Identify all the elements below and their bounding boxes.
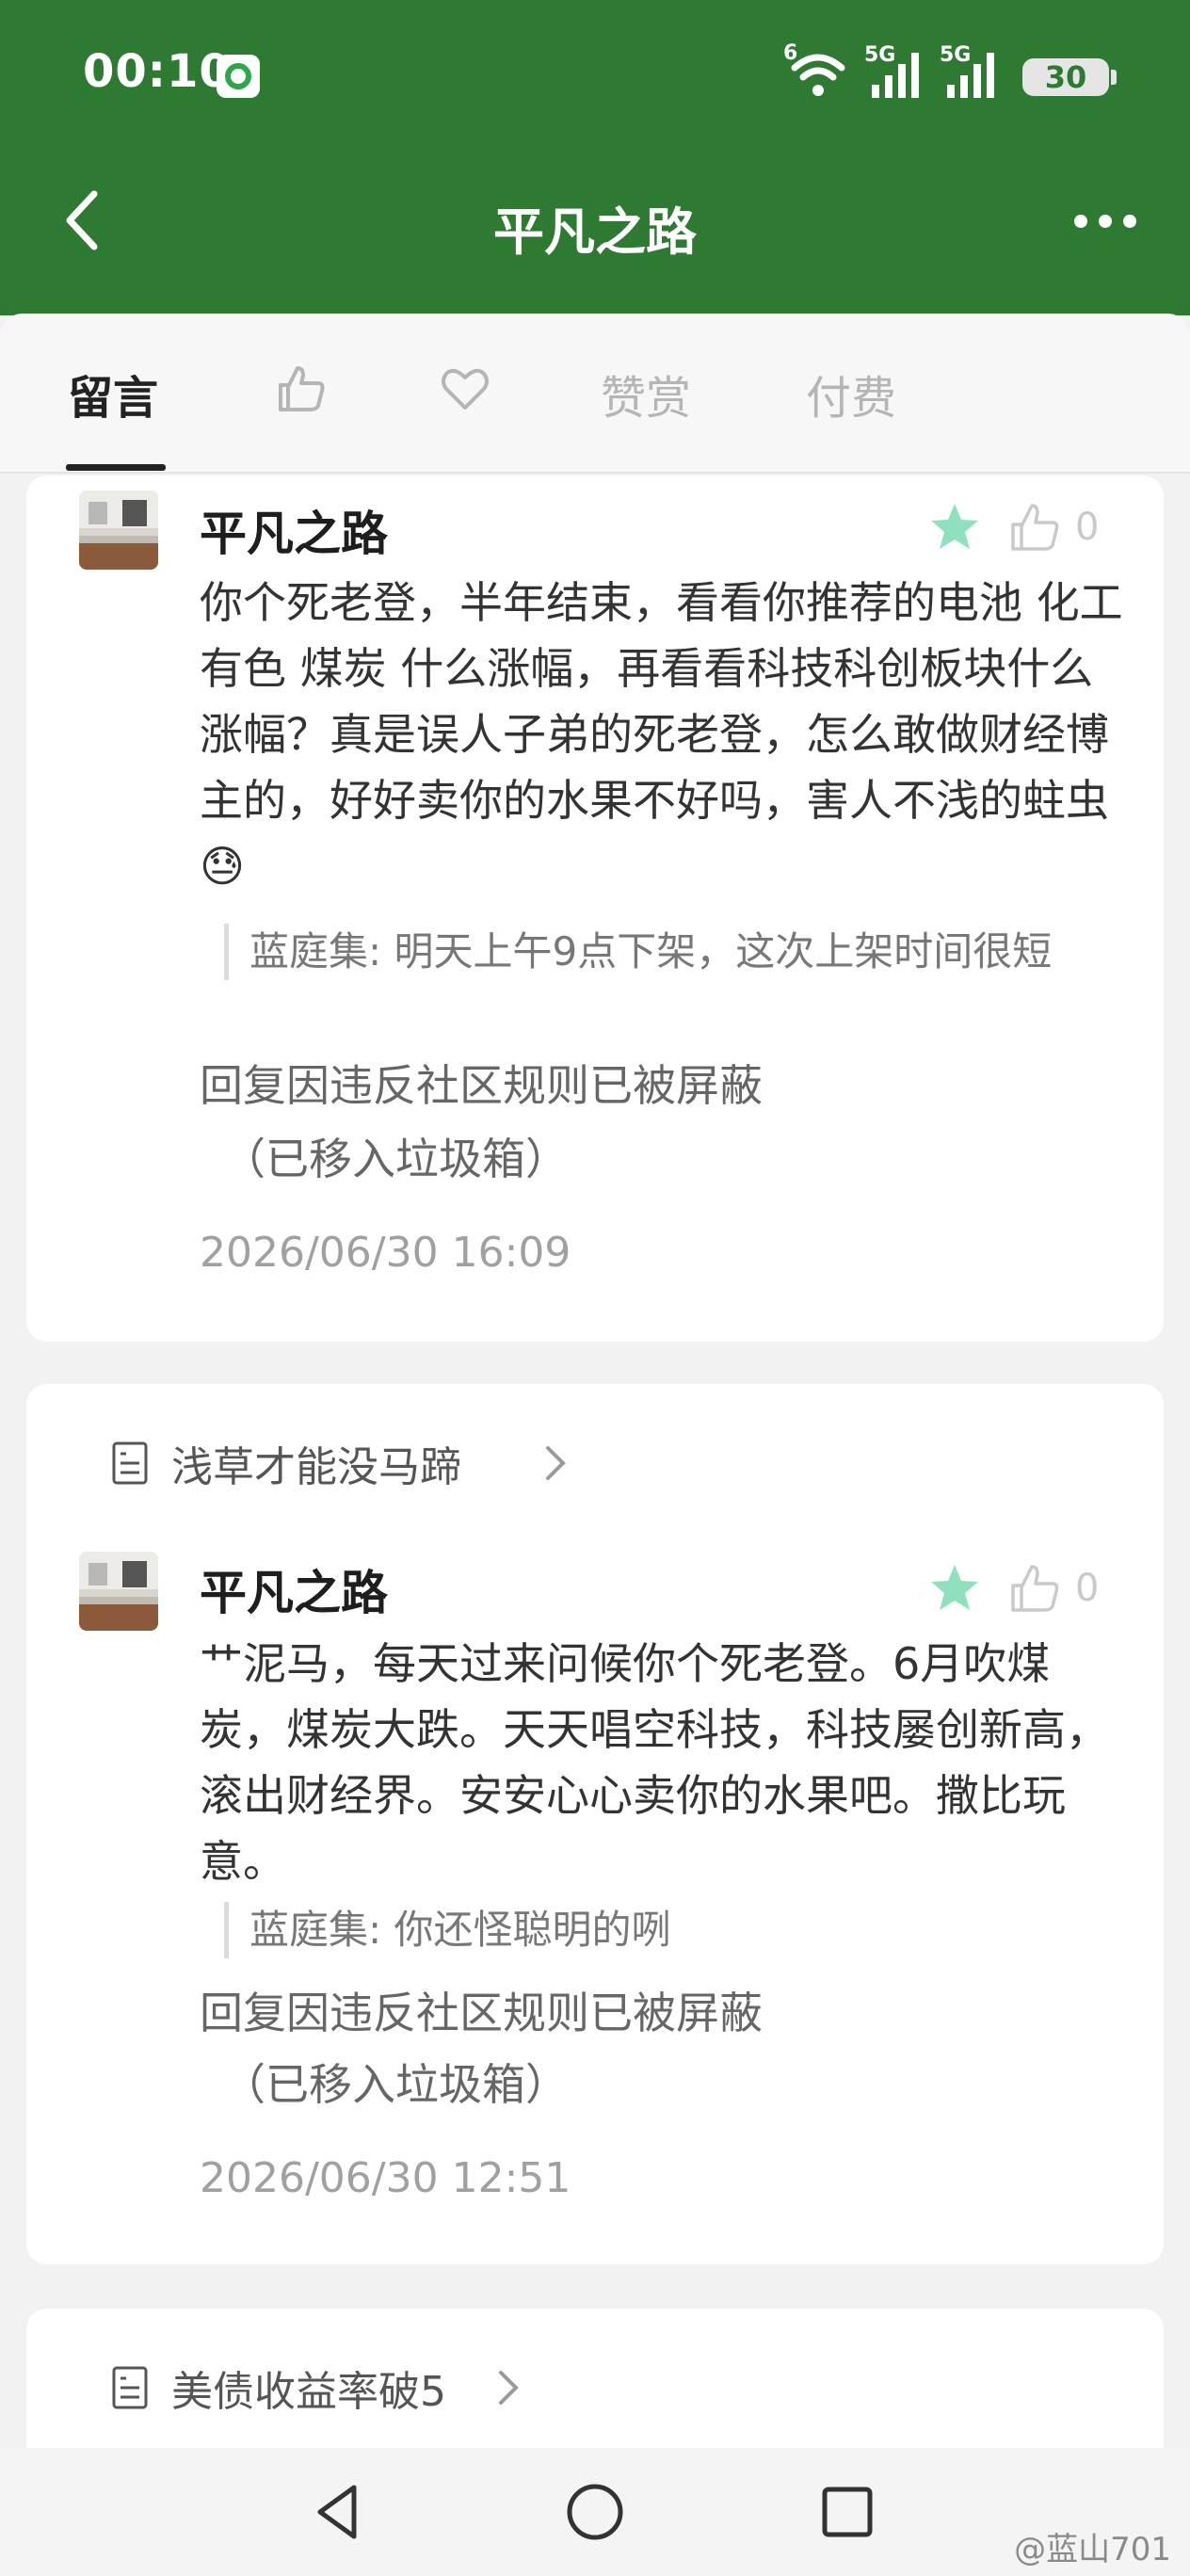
like-button[interactable]: 0	[1007, 1561, 1111, 1618]
nav-bar: 平凡之路	[0, 160, 1190, 282]
circle-home-icon	[567, 2484, 623, 2540]
status-bar: 00:10 6 5G 5G 30	[0, 0, 1190, 151]
comment-text: 艹泥马，每天过来问候你个死老登。6月吹煤炭，煤炭大跌。天天唱空科技，科技屡创新高…	[200, 1638, 1109, 1887]
comment-username[interactable]: 平凡之路	[200, 1555, 388, 1623]
blocked-reply-notice: 回复因违反社区规则已被屏蔽	[200, 1988, 763, 2038]
more-dots-icon	[1074, 215, 1136, 228]
like-count: 0	[1075, 1567, 1100, 1610]
article-title: 美债收益率破5	[171, 2368, 446, 2416]
system-nav-bar: @蓝山701	[0, 2448, 1190, 2576]
blocked-reply-notice: 回复因违反社区规则已被屏蔽	[200, 1060, 763, 1111]
comment-text: 你个死老登，半年结束，看看你推荐的电池 化工 有色 煤炭 什么涨幅，再看看科技科…	[200, 577, 1123, 892]
comment-timestamp: 2026/06/30 16:09	[200, 1229, 571, 1277]
nav-back-button[interactable]	[303, 2476, 375, 2548]
tab-rewards[interactable]: 赞赏	[601, 361, 691, 436]
active-tab-indicator	[66, 464, 166, 471]
trash-note: （已移入垃圾箱）	[222, 1134, 569, 1184]
app-header: 00:10 6 5G 5G 30 平凡之路	[0, 0, 1190, 315]
nav-recents-button[interactable]	[812, 2476, 883, 2548]
heart-icon	[442, 368, 489, 410]
thumbs-up-icon	[279, 366, 325, 411]
page-title: 平凡之路	[493, 202, 697, 262]
comment-username[interactable]: 平凡之路	[200, 496, 388, 564]
status-icons: 6 5G 5G 30	[783, 41, 1117, 104]
square-recents-icon	[822, 2487, 873, 2537]
more-options-button[interactable]	[1068, 188, 1143, 254]
document-icon	[112, 2366, 148, 2409]
star-icon[interactable]	[926, 500, 983, 556]
wifi-level: 6	[783, 41, 798, 65]
document-icon	[112, 1441, 148, 1485]
battery-indicator: 30	[1022, 58, 1117, 96]
comment-card: 浅草才能没马蹄 平凡之路 0 艹泥马，每天过来问候你个死老登。6月吹煤炭，煤炭大…	[26, 1384, 1164, 2264]
avatar[interactable]	[79, 1552, 158, 1631]
chevron-right-icon	[546, 1446, 566, 1480]
article-title: 浅草才能没马蹄	[171, 1443, 461, 1491]
tab-bar: 留言 赞赏 付费	[0, 314, 1190, 474]
author-reply: 蓝庭集: 你还怪聪明的咧	[224, 1902, 1137, 1958]
comment-card: 平凡之路 0 你个死老登，半年结束，看看你推荐的电池 化工 有色 煤炭 什么涨幅…	[26, 475, 1164, 1342]
nav-home-button[interactable]	[559, 2476, 631, 2548]
thumbs-up-icon	[1011, 504, 1059, 551]
tab-likes[interactable]	[275, 362, 328, 438]
signal-1-icon: 5G	[864, 43, 925, 104]
comment-timestamp: 2026/06/30 12:51	[200, 2154, 571, 2202]
status-time: 00:10	[83, 45, 232, 98]
wifi-icon: 6	[783, 41, 847, 104]
author-reply: 蓝庭集: 明天上午9点下架，这次上架时间很短	[224, 924, 1137, 980]
trash-note: （已移入垃圾箱）	[222, 2059, 569, 2110]
thumbs-up-icon	[1011, 1565, 1059, 1612]
like-button[interactable]: 0	[1007, 500, 1111, 556]
chevron-right-icon	[499, 2371, 519, 2405]
triangle-back-icon	[317, 2485, 357, 2539]
app-notification-icon	[217, 55, 260, 98]
network-type-1: 5G	[864, 43, 896, 67]
star-icon[interactable]	[926, 1561, 983, 1618]
tab-comments[interactable]: 留言	[68, 361, 158, 436]
avatar[interactable]	[79, 491, 158, 570]
signal-2-icon: 5G	[940, 43, 1000, 104]
tab-favorites[interactable]	[439, 362, 491, 438]
watermark: @蓝山701	[1014, 2531, 1171, 2568]
tab-paid[interactable]: 付费	[806, 361, 896, 436]
like-count: 0	[1075, 506, 1100, 549]
network-type-2: 5G	[940, 43, 972, 67]
